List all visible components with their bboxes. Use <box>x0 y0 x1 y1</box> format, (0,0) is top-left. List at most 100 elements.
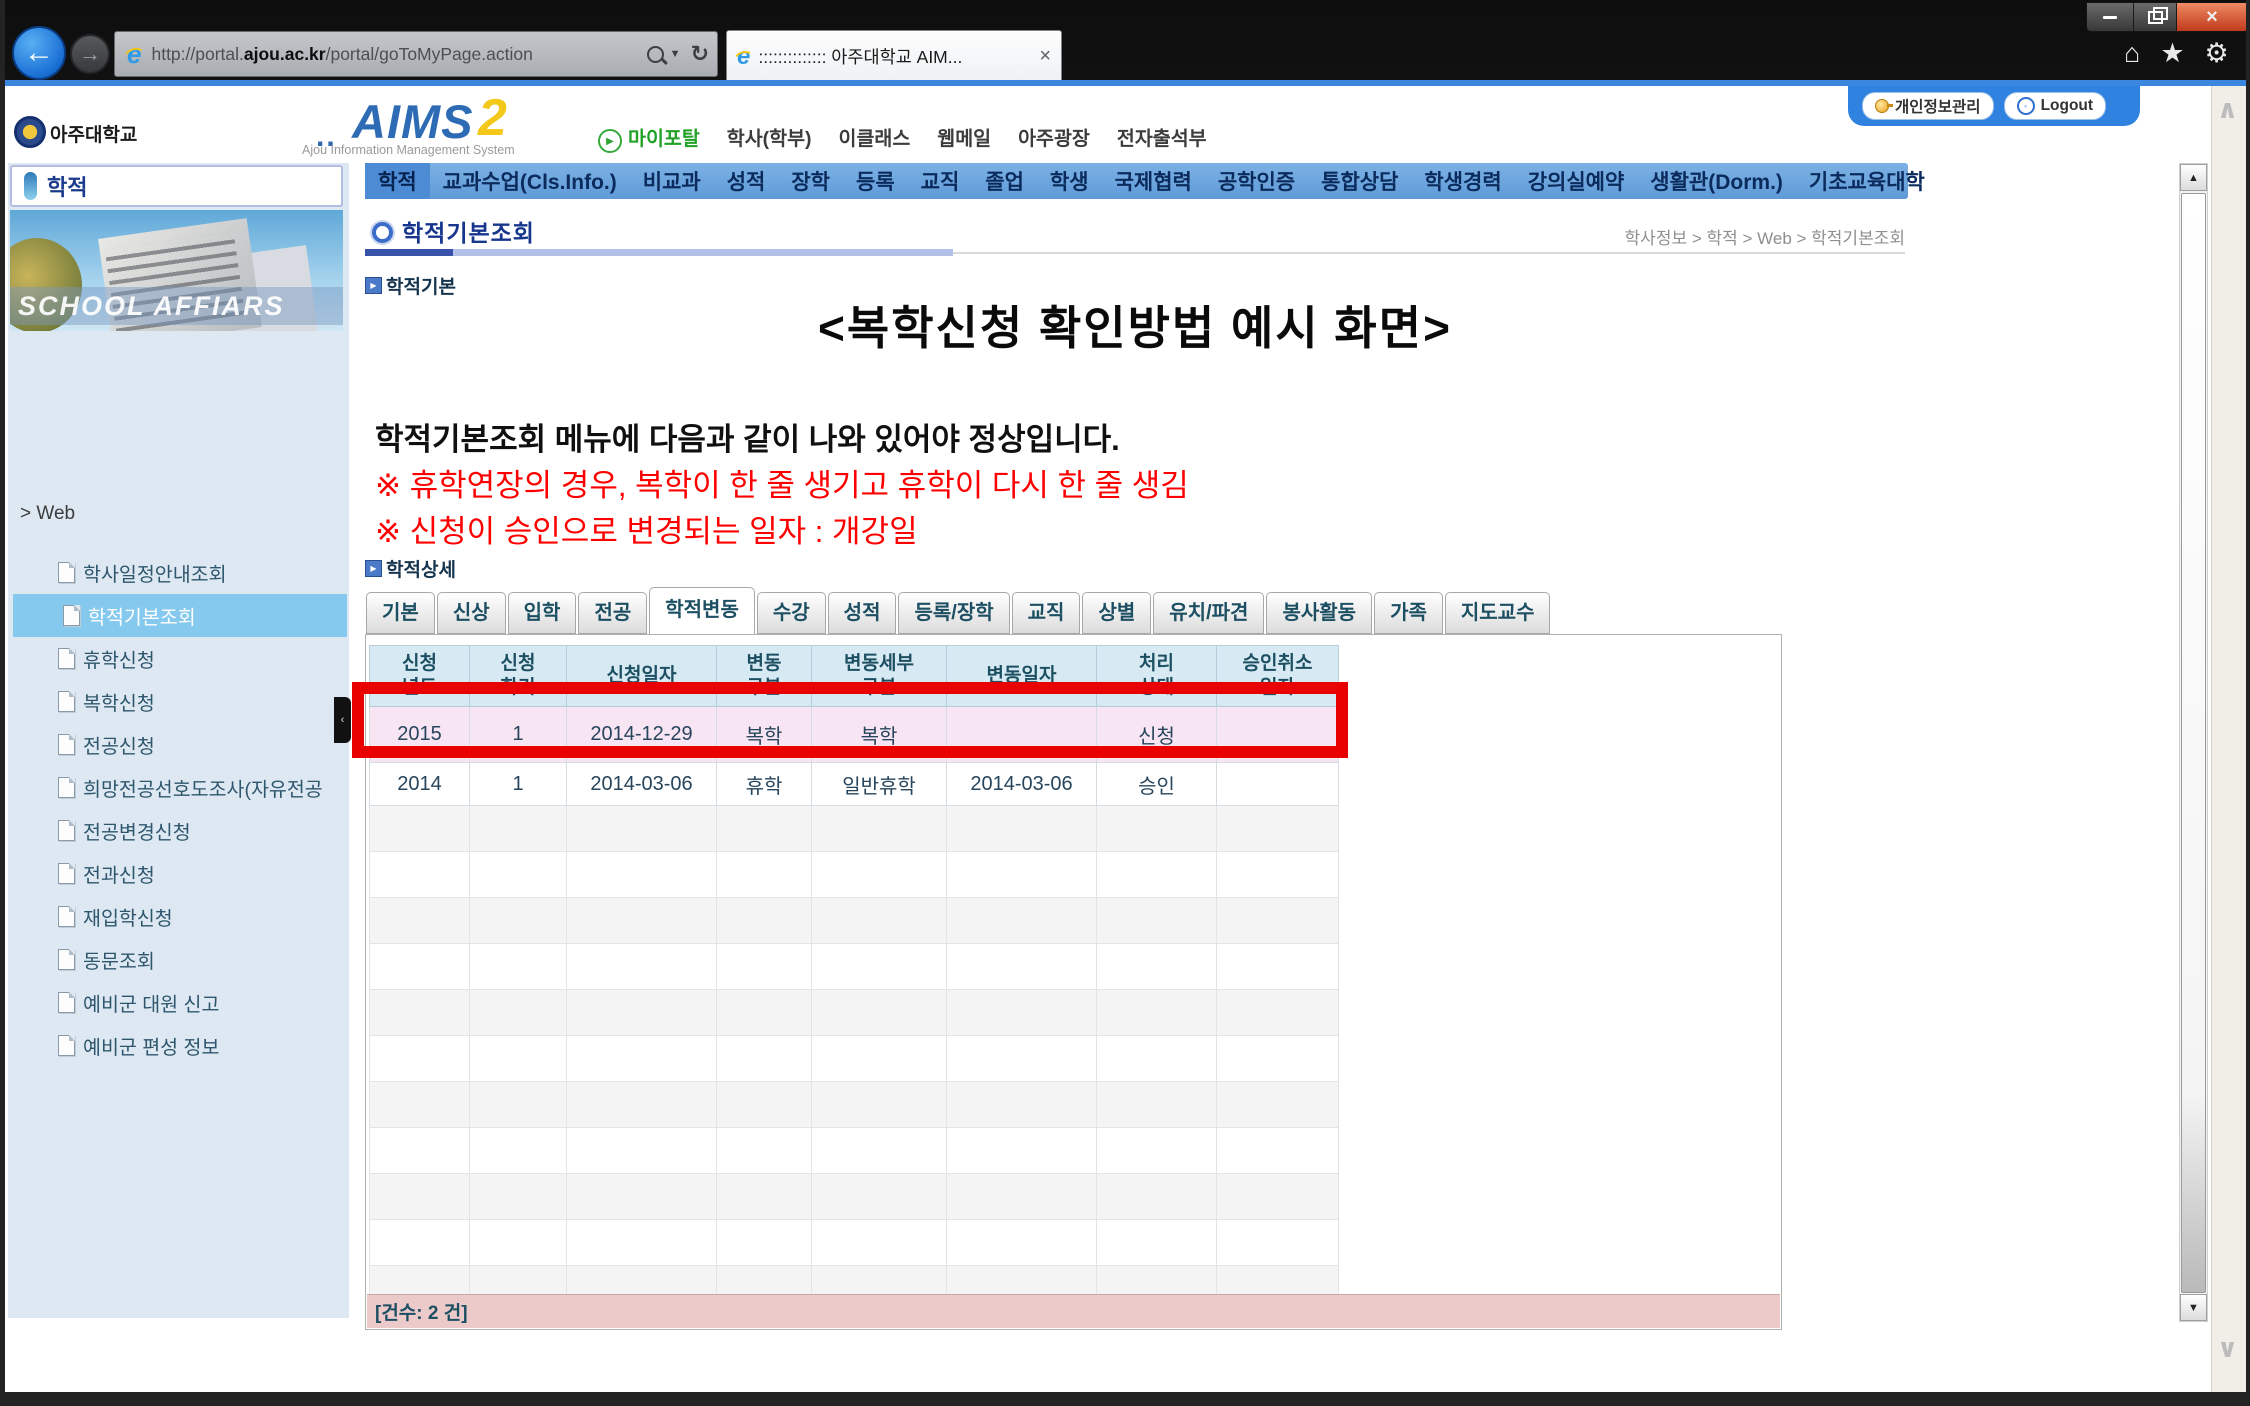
table-cell <box>470 806 567 852</box>
nav-item[interactable]: 공학인증 <box>1205 163 1308 199</box>
table-cell <box>717 1082 812 1128</box>
quick-link[interactable]: 웹메일 <box>937 122 991 151</box>
minimize-icon <box>2103 16 2117 19</box>
star-icon[interactable]: ★ <box>2160 38 2184 69</box>
content-scrollbar[interactable]: ▲ ▼ <box>2179 163 2208 1322</box>
table-cell <box>1097 1220 1217 1266</box>
table-cell: 2014-03-06 <box>567 763 717 806</box>
sidebar-item[interactable]: 전공변경신청 <box>8 809 349 852</box>
tab[interactable]: 가족 <box>1374 592 1443 634</box>
tab[interactable]: 등록/장학 <box>898 592 1009 634</box>
tab[interactable]: 지도교수 <box>1445 592 1551 634</box>
sidebar-item[interactable]: 예비군 편성 정보 <box>8 1024 349 1067</box>
scroll-up-button[interactable]: ▲ <box>2180 164 2207 191</box>
chevron-down-icon[interactable]: ∨ <box>2217 1333 2238 1364</box>
quick-link[interactable]: 아주광장 <box>1018 122 1090 151</box>
nav-item[interactable]: 학생 <box>1037 163 1102 199</box>
logout-button[interactable]: ◦ Logout <box>2004 92 2107 120</box>
nav-item[interactable]: 졸업 <box>972 163 1037 199</box>
dropdown-icon[interactable]: ▼ <box>670 48 681 60</box>
scroll-down-button[interactable]: ▼ <box>2180 1294 2207 1321</box>
tab[interactable]: 신상 <box>437 592 506 634</box>
address-bar[interactable]: e http://portal.ajou.ac.kr/portal/goToMy… <box>114 31 718 77</box>
sidebar-item[interactable]: 동문조회 <box>8 938 349 981</box>
sidebar-collapse-handle[interactable]: ‹ <box>334 697 351 743</box>
tab[interactable]: 전공 <box>578 592 647 634</box>
sidebar-item[interactable]: 희망전공선호도조사(자유전공 <box>8 766 349 809</box>
minimize-button[interactable] <box>2087 3 2134 31</box>
tab[interactable]: 교직 <box>1012 592 1081 634</box>
tab[interactable]: 상별 <box>1082 592 1151 634</box>
table-cell: 2014 <box>370 763 470 806</box>
scrollbar-thumb[interactable] <box>2181 193 2206 1293</box>
section-detail-label: 학적상세 <box>386 555 456 582</box>
table-cell <box>1217 806 1339 852</box>
aims-logo: AIMS <box>352 94 474 149</box>
nav-item[interactable]: 국제협력 <box>1102 163 1205 199</box>
nav-item[interactable]: 강의실예약 <box>1515 163 1638 199</box>
table-cell: 1 <box>470 763 567 806</box>
nav-item[interactable]: 성적 <box>714 163 779 199</box>
empty-row <box>370 1128 1339 1174</box>
tab[interactable]: 기본 <box>366 592 435 634</box>
nav-item[interactable]: 장학 <box>778 163 843 199</box>
quick-link[interactable]: 학사(학부) <box>727 122 812 151</box>
empty-row <box>370 1082 1339 1128</box>
nav-item[interactable]: 비교과 <box>630 163 714 199</box>
browser-tab[interactable]: e :::::::::::::: 아주대학교 AIM... × <box>726 30 1062 82</box>
title-underline-light <box>453 249 953 256</box>
nav-item[interactable]: 통합상담 <box>1308 163 1411 199</box>
quick-link[interactable]: 마이포탈 <box>628 122 700 151</box>
back-button[interactable]: ← <box>12 26 66 80</box>
nav-item[interactable]: 교직 <box>908 163 973 199</box>
tab[interactable]: 입학 <box>508 592 577 634</box>
gear-icon[interactable]: ⚙ <box>2205 38 2229 69</box>
sidebar-item-label: 희망전공선호도조사(자유전공 <box>83 773 323 802</box>
sidebar-item-label: 동문조회 <box>83 945 155 974</box>
sidebar-item[interactable]: 전과신청 <box>8 852 349 895</box>
table-cell <box>812 944 947 990</box>
tab[interactable]: 유치/파견 <box>1153 592 1264 634</box>
headline: <복학신청 확인방법 예시 화면> <box>365 292 1905 358</box>
table-cell <box>470 1082 567 1128</box>
table-cell <box>1097 1082 1217 1128</box>
breadcrumb[interactable]: 학사정보 > 학적 > Web > 학적기본조회 <box>1255 224 1905 249</box>
restore-button[interactable] <box>2134 3 2177 31</box>
tab[interactable]: 성적 <box>828 592 897 634</box>
quick-link[interactable]: 전자출석부 <box>1117 122 1207 151</box>
sidebar-menu: 학사일정안내조회학적기본조회휴학신청복학신청전공신청희망전공선호도조사(자유전공… <box>8 551 349 1067</box>
tab[interactable]: 학적변동 <box>649 587 755 634</box>
sidebar-item[interactable]: 학사일정안내조회 <box>8 551 349 594</box>
refresh-icon[interactable]: ↻ <box>691 41 709 67</box>
close-button[interactable]: × <box>2177 3 2248 31</box>
search-icon[interactable] <box>647 46 664 63</box>
sidebar-item[interactable]: 전공신청 <box>8 723 349 766</box>
nav-item[interactable]: 학적 <box>365 163 430 199</box>
tab-close-icon[interactable]: × <box>1039 45 1051 68</box>
sidebar-item[interactable]: 예비군 대원 신고 <box>8 981 349 1024</box>
sidebar-item[interactable]: 복학신청 <box>8 680 349 723</box>
quick-links: 마이포탈 학사(학부) 이클래스 웹메일 아주광장 전자출석부 <box>628 122 1207 151</box>
tab[interactable]: 수강 <box>757 592 826 634</box>
nav-item[interactable]: 등록 <box>843 163 908 199</box>
nav-item[interactable]: 학생경력 <box>1411 163 1514 199</box>
sidebar-item[interactable]: 재입학신청 <box>8 895 349 938</box>
privacy-settings-button[interactable]: 개인정보관리 <box>1862 92 1994 120</box>
sidebar-group-web[interactable]: > Web <box>20 503 75 525</box>
home-icon[interactable]: ⌂ <box>2124 38 2140 69</box>
tab[interactable]: 봉사활동 <box>1266 592 1372 634</box>
sidebar-item[interactable]: 학적기본조회 <box>13 594 347 637</box>
nav-item[interactable]: 기초교육대학 <box>1796 163 1938 199</box>
sidebar-item[interactable]: 휴학신청 <box>8 637 349 680</box>
browser-scrollbar[interactable]: ∧ ∨ <box>2211 86 2246 1392</box>
nav-item[interactable]: 교과수업(Cls.Info.) <box>430 163 630 199</box>
forward-button[interactable]: → <box>70 34 110 74</box>
red-note-1: ※ 휴학연장의 경우, 복학이 한 줄 생기고 휴학이 다시 한 줄 생김 <box>375 460 1189 505</box>
quick-link[interactable]: 이클래스 <box>839 122 911 151</box>
document-icon <box>58 949 75 970</box>
chevron-up-icon[interactable]: ∧ <box>2217 94 2238 125</box>
nav-item[interactable]: 생활관(Dorm.) <box>1637 163 1796 199</box>
sidebar-item-label: 학사일정안내조회 <box>83 558 227 587</box>
table-cell <box>470 1128 567 1174</box>
sidebar-item-label: 학적기본조회 <box>88 601 196 630</box>
